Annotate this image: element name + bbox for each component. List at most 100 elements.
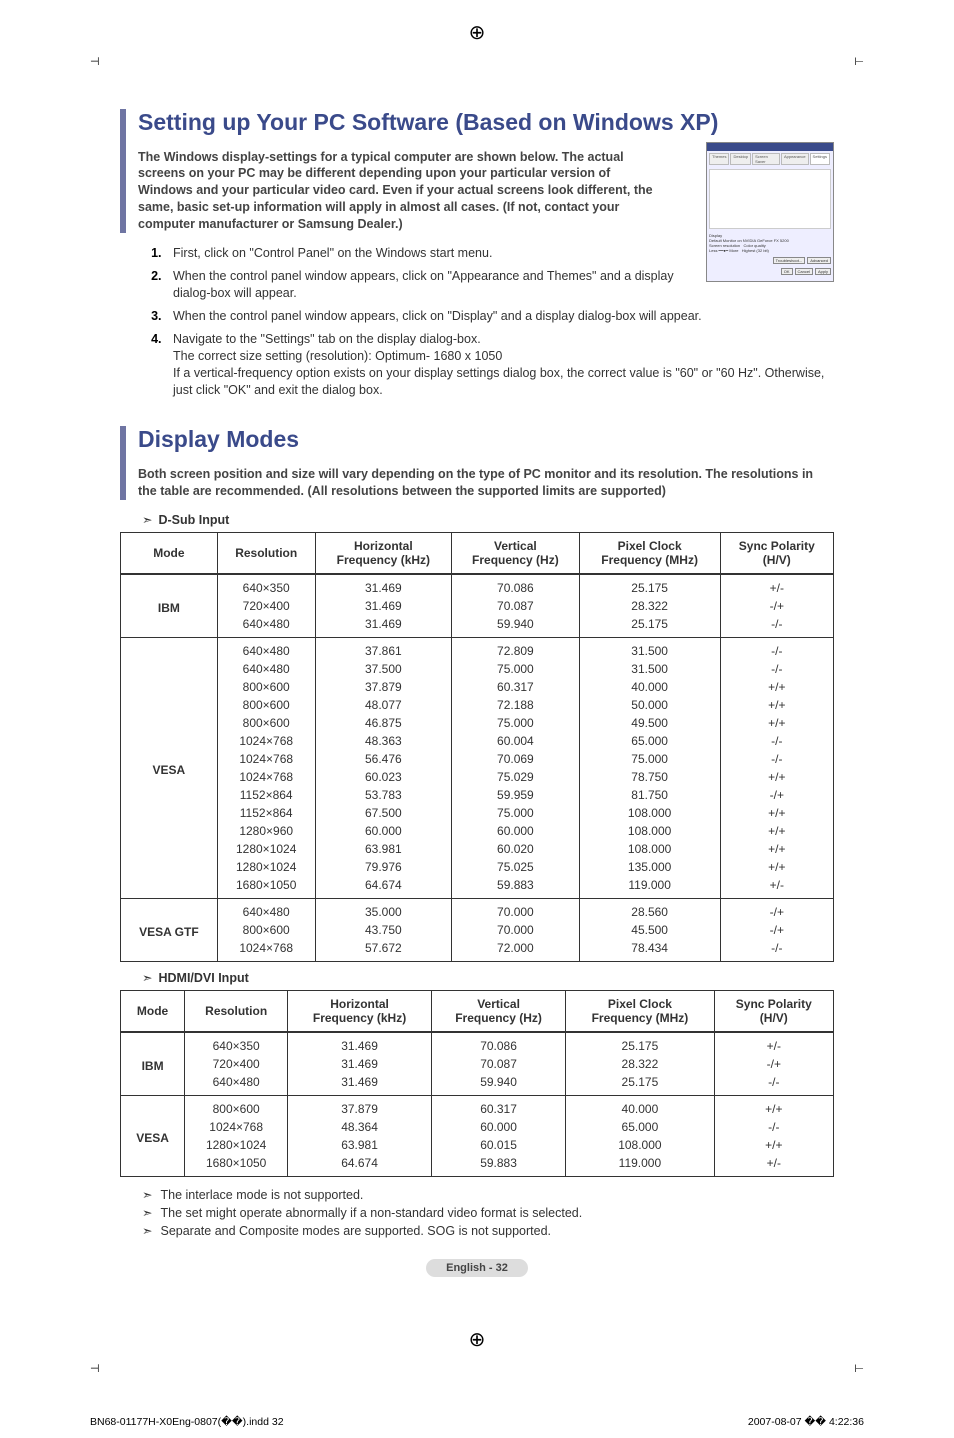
data-cell: 60.317 [431, 1096, 565, 1119]
data-cell: 108.000 [579, 822, 720, 840]
section-1-header: Setting up Your PC Software (Based on Wi… [120, 109, 834, 233]
table-row: 800×60043.75070.00045.500-/+ [121, 921, 834, 939]
data-cell: 72.188 [452, 696, 580, 714]
table-row: VESA GTF640×48035.00070.00028.560-/+ [121, 899, 834, 922]
data-cell: 57.672 [315, 939, 451, 962]
data-cell: -/- [720, 750, 833, 768]
data-cell: 65.000 [566, 1118, 714, 1136]
data-cell: -/+ [714, 1055, 833, 1073]
data-cell: 28.322 [566, 1055, 714, 1073]
col-header: Sync Polarity(H/V) [720, 533, 833, 575]
data-cell: 31.469 [288, 1032, 432, 1055]
data-cell: +/+ [720, 840, 833, 858]
data-cell: -/- [720, 615, 833, 638]
data-cell: 1280×1024 [217, 840, 315, 858]
mode-cell: IBM [121, 574, 218, 638]
data-cell: 25.175 [566, 1032, 714, 1055]
data-cell: 50.000 [579, 696, 720, 714]
dsub-label: ➣D-Sub Input [142, 512, 834, 528]
table-row: 1280×102479.97675.025135.000+/+ [121, 858, 834, 876]
note-2: ➣The set might operate abnormally if a n… [142, 1205, 834, 1221]
table-row: 640×48037.50075.00031.500-/- [121, 660, 834, 678]
data-cell: 31.500 [579, 660, 720, 678]
table-row: 1024×76860.02375.02978.750+/+ [121, 768, 834, 786]
data-cell: 640×350 [217, 574, 315, 597]
data-cell: -/- [714, 1073, 833, 1096]
data-cell: +/- [714, 1154, 833, 1177]
section-2-title: Display Modes [138, 426, 834, 453]
data-cell: 1024×768 [217, 939, 315, 962]
section-2-header: Display Modes Both screen position and s… [120, 426, 834, 499]
table-row: IBM640×35031.46970.08625.175+/- [121, 574, 834, 597]
data-cell: -/- [720, 660, 833, 678]
table-row: 640×48031.46959.94025.175-/- [121, 615, 834, 638]
mode-cell: IBM [121, 1032, 185, 1096]
registration-mark-top: ⊕ [0, 20, 954, 55]
data-cell: 1280×1024 [185, 1136, 288, 1154]
crop-marks-bottom: ⊣⊢ [0, 1362, 954, 1376]
table-row: 720×40031.46970.08728.322-/+ [121, 1055, 834, 1073]
data-cell: 64.674 [315, 876, 451, 899]
step-1: First, click on "Control Panel" on the W… [173, 246, 492, 260]
data-cell: 1280×1024 [217, 858, 315, 876]
data-cell: 63.981 [315, 840, 451, 858]
data-cell: 800×600 [217, 678, 315, 696]
mode-cell: VESA [121, 1096, 185, 1177]
data-cell: 31.469 [288, 1055, 432, 1073]
data-cell: +/+ [720, 678, 833, 696]
data-cell: +/+ [720, 858, 833, 876]
data-cell: 720×400 [217, 597, 315, 615]
table-row: VESA800×60037.87960.31740.000+/+ [121, 1096, 834, 1119]
data-cell: 31.469 [315, 615, 451, 638]
data-cell: 119.000 [566, 1154, 714, 1177]
data-cell: 800×600 [217, 921, 315, 939]
table-row: 800×60048.07772.18850.000+/+ [121, 696, 834, 714]
data-cell: 43.750 [315, 921, 451, 939]
data-cell: 1680×1050 [185, 1154, 288, 1177]
data-cell: 720×400 [185, 1055, 288, 1073]
data-cell: 45.500 [579, 921, 720, 939]
note-1: ➣The interlace mode is not supported. [142, 1187, 834, 1203]
mode-cell: VESA [121, 638, 218, 899]
data-cell: 37.879 [288, 1096, 432, 1119]
data-cell: 75.000 [452, 660, 580, 678]
data-cell: 75.000 [579, 750, 720, 768]
data-cell: 640×480 [217, 660, 315, 678]
step-2: When the control panel window appears, c… [173, 269, 674, 300]
data-cell: 1680×1050 [217, 876, 315, 899]
data-cell: 60.023 [315, 768, 451, 786]
data-cell: 78.750 [579, 768, 720, 786]
section-2: Display Modes Both screen position and s… [120, 426, 834, 1239]
data-cell: +/+ [714, 1096, 833, 1119]
print-footer: BN68-01177H-X0Eng-0807(��).indd 32 2007-… [0, 1376, 954, 1428]
section-1-intro: The Windows display-settings for a typic… [138, 149, 668, 233]
data-cell: 640×480 [217, 615, 315, 638]
data-cell: 48.364 [288, 1118, 432, 1136]
data-cell: 60.004 [452, 732, 580, 750]
table-row: 1024×76848.36360.00465.000-/- [121, 732, 834, 750]
data-cell: 1152×864 [217, 804, 315, 822]
data-cell: 60.317 [452, 678, 580, 696]
data-cell: 31.469 [315, 597, 451, 615]
data-cell: 70.086 [452, 574, 580, 597]
data-cell: -/- [714, 1118, 833, 1136]
data-cell: 1024×768 [185, 1118, 288, 1136]
data-cell: 37.861 [315, 638, 451, 661]
data-cell: 28.322 [579, 597, 720, 615]
data-cell: +/+ [720, 768, 833, 786]
data-cell: +/+ [720, 714, 833, 732]
registration-mark-bottom: ⊕ [0, 1297, 954, 1362]
data-cell: -/- [720, 939, 833, 962]
data-cell: 31.469 [288, 1073, 432, 1096]
data-cell: 1024×768 [217, 732, 315, 750]
col-header: HorizontalFrequency (kHz) [315, 533, 451, 575]
section-2-intro: Both screen position and size will vary … [138, 466, 834, 500]
data-cell: 640×480 [217, 638, 315, 661]
data-cell: 31.469 [315, 574, 451, 597]
notes-list: ➣The interlace mode is not supported. ➣T… [142, 1187, 834, 1239]
col-header: HorizontalFrequency (kHz) [288, 991, 432, 1033]
data-cell: 53.783 [315, 786, 451, 804]
data-cell: 60.000 [452, 822, 580, 840]
data-cell: 72.000 [452, 939, 580, 962]
col-header: Sync Polarity(H/V) [714, 991, 833, 1033]
